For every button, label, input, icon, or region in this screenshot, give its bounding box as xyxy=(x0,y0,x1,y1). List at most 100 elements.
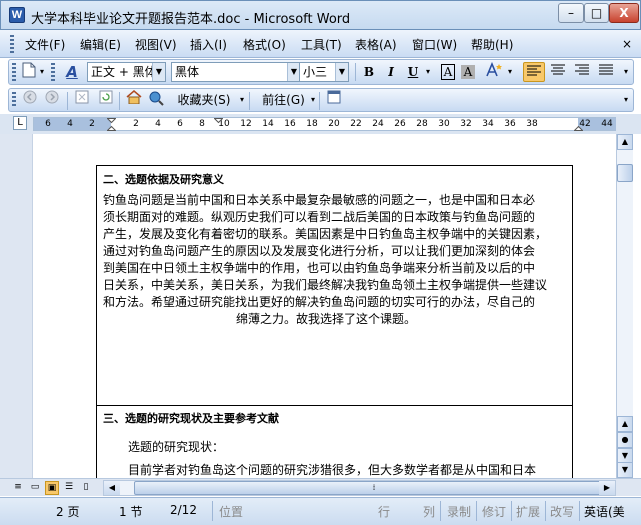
bold-button[interactable]: B xyxy=(359,62,379,82)
favorites-dropdown-icon[interactable]: ▾ xyxy=(238,90,246,110)
status-track-changes[interactable]: 修订 xyxy=(482,503,506,520)
status-pages: 2/12 xyxy=(170,503,197,517)
search-web-icon[interactable] xyxy=(147,90,165,110)
paragraph-line: 到美国在中日领土主权争端中的作用，也可以由钓鱼岛争端来分析当前及以后的中 xyxy=(103,261,536,275)
status-separator xyxy=(212,501,213,521)
styles-formatting-icon[interactable]: A xyxy=(59,62,85,82)
print-layout-view-icon[interactable]: ▣ xyxy=(45,481,59,495)
vertical-scrollbar[interactable]: ▲ ▲ ● ▼ ▼ xyxy=(616,134,633,478)
menu-file[interactable]: 文件(F) xyxy=(25,36,65,53)
ruler-tick: 32 xyxy=(460,119,472,129)
status-separator xyxy=(579,501,580,521)
toolbar-grip[interactable] xyxy=(12,63,16,81)
align-left-button[interactable] xyxy=(523,62,545,82)
indent-marker-icon[interactable] xyxy=(107,118,116,131)
select-browse-object-icon[interactable]: ● xyxy=(617,432,633,448)
maximize-button[interactable]: □ xyxy=(584,3,609,23)
outline-view-icon[interactable]: ☰ xyxy=(62,481,76,495)
text-effects-icon[interactable] xyxy=(483,61,505,82)
ruler-tick: 2 xyxy=(89,119,95,129)
paragraph-line: 通过对钓鱼岛问题产生的原因以及发展变化进行分析，可以让我们更加深刻的体会 xyxy=(103,244,536,258)
section-heading-basis: 二、选题依据及研究意义 xyxy=(103,173,224,186)
menu-edit[interactable]: 编辑(E) xyxy=(80,36,121,53)
scroll-up-icon[interactable]: ▲ xyxy=(617,134,633,150)
menu-grip[interactable] xyxy=(10,35,14,53)
word-app-icon[interactable]: W xyxy=(9,7,25,23)
scroll-left-icon[interactable]: ◀ xyxy=(104,481,120,495)
font-size-combo[interactable]: 小三 ▼ xyxy=(299,62,349,82)
close-button[interactable]: X xyxy=(609,3,639,23)
status-record[interactable]: 录制 xyxy=(447,503,471,520)
menu-insert[interactable]: 插入(I) xyxy=(190,36,227,53)
toolbar-separator xyxy=(319,92,320,110)
reading-layout-view-icon[interactable]: ▯ xyxy=(79,481,93,495)
align-center-button[interactable] xyxy=(547,62,569,82)
styles-formatting-glyph: A xyxy=(66,63,78,81)
paragraph-line: 绵薄之力。故我选择了这个课题。 xyxy=(236,312,417,326)
chevron-down-icon[interactable]: ▼ xyxy=(152,63,165,81)
menu-window[interactable]: 窗口(W) xyxy=(412,36,457,53)
menu-help[interactable]: 帮助(H) xyxy=(471,36,513,53)
underline-dropdown-icon[interactable]: ▾ xyxy=(423,62,433,82)
horizontal-ruler[interactable]: 6 4 2 2 4 6 8 10 12 14 16 18 20 22 24 26… xyxy=(33,117,616,131)
status-overtype[interactable]: 改写 xyxy=(550,503,574,520)
document-close-icon[interactable]: × xyxy=(622,37,632,51)
go-dropdown-icon[interactable]: ▾ xyxy=(309,90,317,110)
horizontal-scrollbar[interactable]: ◀ ⁞ ▶ xyxy=(103,480,616,496)
character-border-button[interactable]: A xyxy=(439,62,457,82)
new-document-icon[interactable] xyxy=(21,62,37,82)
go-button[interactable]: 前往(G) xyxy=(256,90,311,110)
menu-view[interactable]: 视图(V) xyxy=(135,36,177,53)
favorites-button[interactable]: 收藏夹(S) xyxy=(169,90,239,110)
toolbar-options-icon[interactable]: ▾ xyxy=(621,90,631,110)
home-icon[interactable] xyxy=(125,90,143,110)
toolbar-grip-2[interactable] xyxy=(51,63,55,81)
status-line: 行 xyxy=(378,505,391,519)
chevron-down-icon[interactable]: ▼ xyxy=(335,63,348,81)
ruler-tick: 18 xyxy=(306,119,318,129)
menu-table[interactable]: 表格(A) xyxy=(355,36,397,53)
paragraph-line: 日关系，中美关系，美日关系，为我们最终解决我钓鱼岛领土主权争端提供一些建议 xyxy=(103,278,548,292)
scroll-down-icon[interactable]: ▼ xyxy=(617,462,633,478)
menu-tools[interactable]: 工具(T) xyxy=(301,36,342,53)
effects-dropdown-icon[interactable]: ▾ xyxy=(506,62,514,82)
align-right-button[interactable] xyxy=(571,62,593,82)
tab-selector[interactable]: L xyxy=(13,116,27,130)
section-heading-status: 三、选题的研究现状及主要参考文献 xyxy=(103,412,279,425)
status-extend[interactable]: 扩展 xyxy=(516,503,540,520)
first-line-indent-icon[interactable] xyxy=(214,118,223,124)
right-indent-icon[interactable] xyxy=(574,124,583,131)
paragraph-line: 和方法。希望通过研究能找出更好的解决钓鱼岛问题的切实可行的办法，尽自己的 xyxy=(103,295,536,309)
toolbar-options-icon[interactable]: ▾ xyxy=(621,62,631,82)
status-separator xyxy=(476,501,477,521)
ruler-tick: 28 xyxy=(416,119,428,129)
character-shading-button[interactable]: A xyxy=(459,62,477,82)
underline-button[interactable]: U xyxy=(403,62,423,82)
paragraph-line: 选题的研究现状： xyxy=(128,440,225,454)
show-only-web-toolbar-icon[interactable] xyxy=(325,90,343,110)
justify-button[interactable] xyxy=(595,62,617,82)
scroll-right-icon[interactable]: ▶ xyxy=(599,481,615,495)
horizontal-scroll-thumb[interactable]: ⁞ xyxy=(134,481,614,495)
toolbar-separator xyxy=(249,92,250,110)
refresh-icon[interactable] xyxy=(97,90,115,110)
style-combo[interactable]: 正文 + 黑体 ▼ xyxy=(87,62,166,82)
status-language[interactable]: 英语(美 xyxy=(584,503,625,520)
previous-page-icon[interactable]: ▲ xyxy=(617,416,633,432)
menu-format[interactable]: 格式(O) xyxy=(243,36,286,53)
status-position: 位置 xyxy=(219,505,244,519)
minimize-button[interactable]: – xyxy=(558,3,584,23)
italic-button[interactable]: I xyxy=(381,62,401,82)
forward-icon[interactable] xyxy=(43,90,61,110)
web-layout-view-icon[interactable]: ▭ xyxy=(28,481,42,495)
new-dropdown-icon[interactable]: ▾ xyxy=(38,62,46,82)
document-page[interactable]: 二、选题依据及研究意义 钓鱼岛问题是当前中国和日本关系中最复杂最敏感的问题之一，… xyxy=(33,134,616,478)
normal-view-icon[interactable]: ≡ xyxy=(11,481,25,495)
left-gutter xyxy=(0,134,33,478)
toolbar-grip-3[interactable] xyxy=(12,92,16,108)
font-combo[interactable]: 黑体 ▼ xyxy=(171,62,301,82)
stop-icon[interactable] xyxy=(73,90,91,110)
back-icon[interactable] xyxy=(21,90,39,110)
vertical-scroll-thumb[interactable] xyxy=(617,164,633,182)
title-bar: W 大学本科毕业论文开题报告范本.doc - Microsoft Word – … xyxy=(0,0,641,30)
